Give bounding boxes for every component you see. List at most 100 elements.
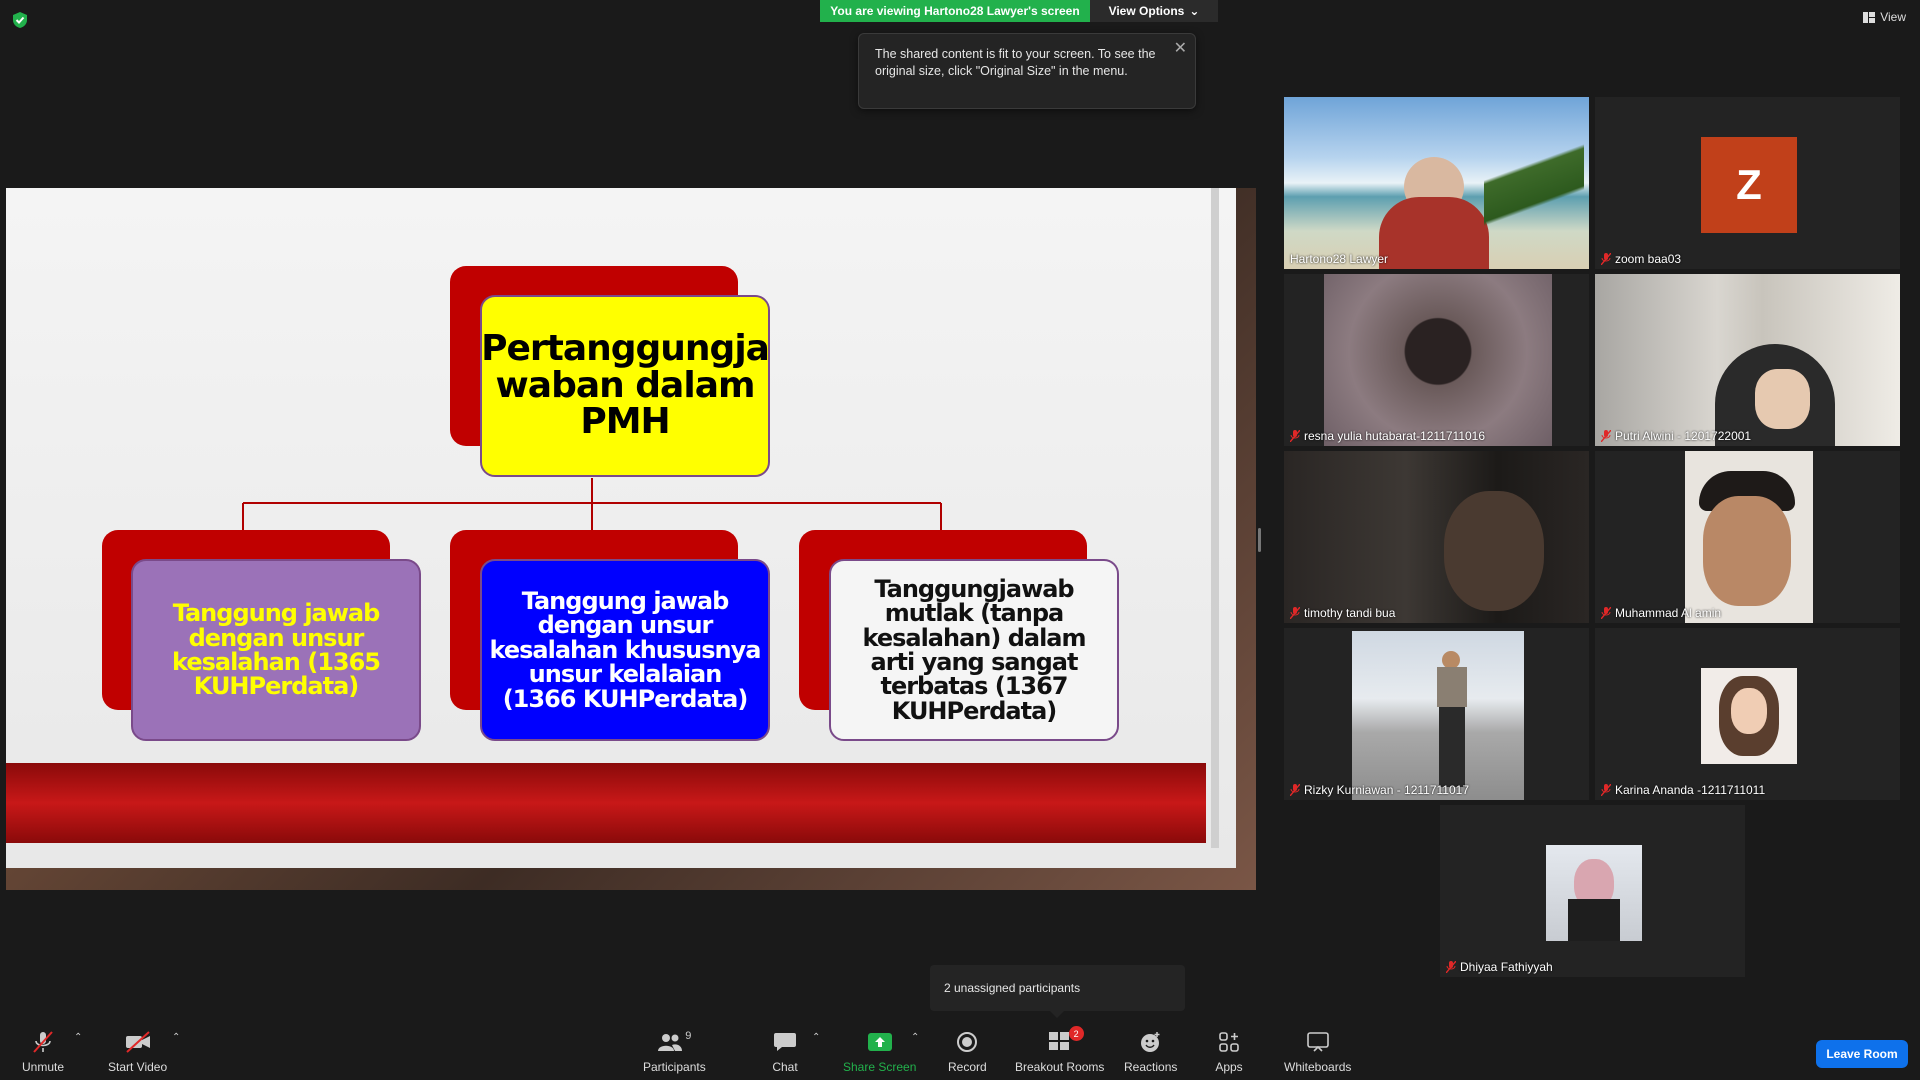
mic-muted-icon (1290, 784, 1300, 796)
fit-to-screen-tooltip: The shared content is fit to your screen… (858, 33, 1196, 109)
reactions-smiley-icon (1137, 1030, 1165, 1054)
org-chart-connectors (242, 478, 942, 531)
unassigned-text: 2 unassigned participants (944, 981, 1081, 995)
start-video-button[interactable]: Start Video (108, 1030, 167, 1074)
avatar: Z (1701, 137, 1797, 233)
participant-video (1595, 274, 1900, 446)
left-box-text: Tanggung jawab dengan unsur kesalahan (1… (172, 599, 381, 701)
participant-tile[interactable]: Muhammad Al amin (1595, 451, 1900, 623)
chevron-down-icon: ⌄ (1189, 4, 1200, 18)
meeting-toolbar: Unmute ⌃ Start Video ⌃ 9 Participants Ch… (0, 1018, 1920, 1080)
breakout-rooms-icon: 2 (1046, 1026, 1084, 1054)
tooltip-text: The shared content is fit to your screen… (875, 47, 1156, 78)
record-label: Record (948, 1060, 987, 1074)
start-video-label: Start Video (108, 1060, 168, 1074)
whiteboard-icon (1304, 1030, 1332, 1054)
org-chart (102, 266, 1119, 741)
breakout-rooms-badge: 2 (1068, 1026, 1084, 1041)
mic-muted-icon (1290, 607, 1300, 619)
mic-muted-icon (1601, 607, 1611, 619)
mic-muted-icon (1601, 253, 1611, 265)
participant-name: timothy tandi bua (1304, 606, 1396, 620)
chat-button[interactable]: Chat (771, 1030, 799, 1074)
reactions-label: Reactions (1124, 1060, 1178, 1074)
participant-name: Karina Ananda -1211711011 (1615, 783, 1766, 797)
participant-tile[interactable]: resna yulia hutabarat-1211711016 (1284, 274, 1589, 446)
whiteboards-button[interactable]: Whiteboards (1284, 1030, 1351, 1074)
participant-name-row: Dhiyaa Fathiyyah (1446, 960, 1553, 974)
chat-bubble-icon (771, 1030, 799, 1054)
participant-name-row: Putri Alwini - 1201722001 (1601, 429, 1751, 443)
view-button[interactable]: View (1863, 10, 1906, 24)
participant-name: zoom baa03 (1615, 252, 1682, 266)
participant-video (1685, 451, 1813, 623)
mic-muted-icon (1290, 430, 1300, 442)
participant-video (1352, 631, 1524, 800)
chat-label: Chat (772, 1060, 798, 1074)
video-camera-off-icon (124, 1030, 152, 1054)
participants-icon: 9 (654, 1030, 694, 1054)
participants-button[interactable]: 9 Participants (643, 1030, 706, 1074)
participant-video (1324, 274, 1552, 446)
unassigned-participants-popup[interactable]: 2 unassigned participants (930, 965, 1185, 1018)
leave-room-button[interactable]: Leave Room (1816, 1040, 1908, 1068)
screen-share-banner: You are viewing Hartono28 Lawyer's scree… (820, 0, 1218, 22)
grid-view-icon (1863, 11, 1876, 23)
share-options-caret[interactable]: ⌃ (911, 1032, 919, 1043)
shared-screen[interactable]: Pertanggungja waban dalam PMH Tanggung j… (6, 188, 1256, 890)
participant-name-row: timothy tandi bua (1290, 606, 1395, 620)
participant-video (1701, 668, 1797, 764)
unmute-label: Unmute (22, 1060, 65, 1074)
view-label: View (1880, 10, 1906, 24)
apps-button[interactable]: Apps (1215, 1030, 1243, 1074)
participant-video (1284, 97, 1589, 269)
participant-tile[interactable]: Hartono28 Lawyer (1284, 97, 1589, 269)
mic-muted-icon (1601, 784, 1611, 796)
participant-name-row: Karina Ananda -1211711011 (1601, 783, 1765, 797)
video-options-caret[interactable]: ⌃ (172, 1032, 180, 1043)
participant-name-row: Rizky Kurniawan - 1211711017 (1290, 783, 1469, 797)
participant-tile[interactable]: timothy tandi bua (1284, 451, 1589, 623)
close-icon[interactable]: ✕ (1174, 40, 1187, 57)
participant-tile[interactable]: Putri Alwini - 1201722001 (1595, 274, 1900, 446)
participant-tile[interactable]: Karina Ananda -1211711011 (1595, 628, 1900, 800)
view-options-button[interactable]: View Options ⌄ (1090, 0, 1218, 22)
share-screen-label: Share Screen (843, 1060, 917, 1074)
microphone-muted-icon (29, 1030, 57, 1054)
participants-label: Participants (643, 1060, 706, 1074)
view-options-label: View Options (1108, 4, 1185, 18)
participant-name: Muhammad Al amin (1615, 606, 1722, 620)
participant-tile[interactable]: Z zoom baa03 (1595, 97, 1900, 269)
apps-label: Apps (1215, 1060, 1243, 1074)
record-button[interactable]: Record (948, 1030, 987, 1074)
participant-tile[interactable]: Dhiyaa Fathiyyah (1440, 805, 1745, 977)
record-icon (953, 1030, 981, 1054)
reactions-button[interactable]: Reactions (1124, 1030, 1177, 1074)
participants-count: 9 (685, 1030, 692, 1042)
chat-options-caret[interactable]: ⌃ (812, 1032, 820, 1043)
participant-name-row: zoom baa03 (1601, 252, 1681, 266)
right-box-text: Tanggungjawab mutlak (tanpa kesalahan) d… (862, 574, 1087, 725)
participant-video (1546, 845, 1642, 941)
security-shield-icon[interactable] (10, 10, 30, 30)
share-screen-button[interactable]: Share Screen (843, 1030, 916, 1074)
participant-name: Hartono28 Lawyer (1290, 252, 1389, 266)
middle-box-text: Tanggung jawab dengan unsur kesalahan kh… (489, 586, 762, 713)
mic-muted-icon (1446, 961, 1456, 973)
participant-name: resna yulia hutabarat-1211711016 (1304, 429, 1486, 443)
participant-name: Rizky Kurniawan - 1211711017 (1304, 783, 1469, 797)
participant-tile[interactable]: Rizky Kurniawan - 1211711017 (1284, 628, 1589, 800)
participant-name-row: resna yulia hutabarat-1211711016 (1290, 429, 1485, 443)
participant-name: Dhiyaa Fathiyyah (1460, 960, 1553, 974)
breakout-rooms-button[interactable]: 2 Breakout Rooms (1015, 1026, 1105, 1074)
participant-video (1284, 451, 1589, 623)
breakout-rooms-label: Breakout Rooms (1015, 1060, 1105, 1074)
panel-splitter-handle[interactable] (1258, 528, 1261, 552)
apps-icon (1215, 1030, 1243, 1054)
share-screen-icon (866, 1030, 894, 1054)
mic-muted-icon (1601, 430, 1611, 442)
top-box-text: Pertanggungja waban dalam PMH (481, 327, 770, 443)
audio-options-caret[interactable]: ⌃ (74, 1032, 82, 1043)
whiteboards-label: Whiteboards (1284, 1060, 1352, 1074)
unmute-button[interactable]: Unmute (22, 1030, 64, 1074)
